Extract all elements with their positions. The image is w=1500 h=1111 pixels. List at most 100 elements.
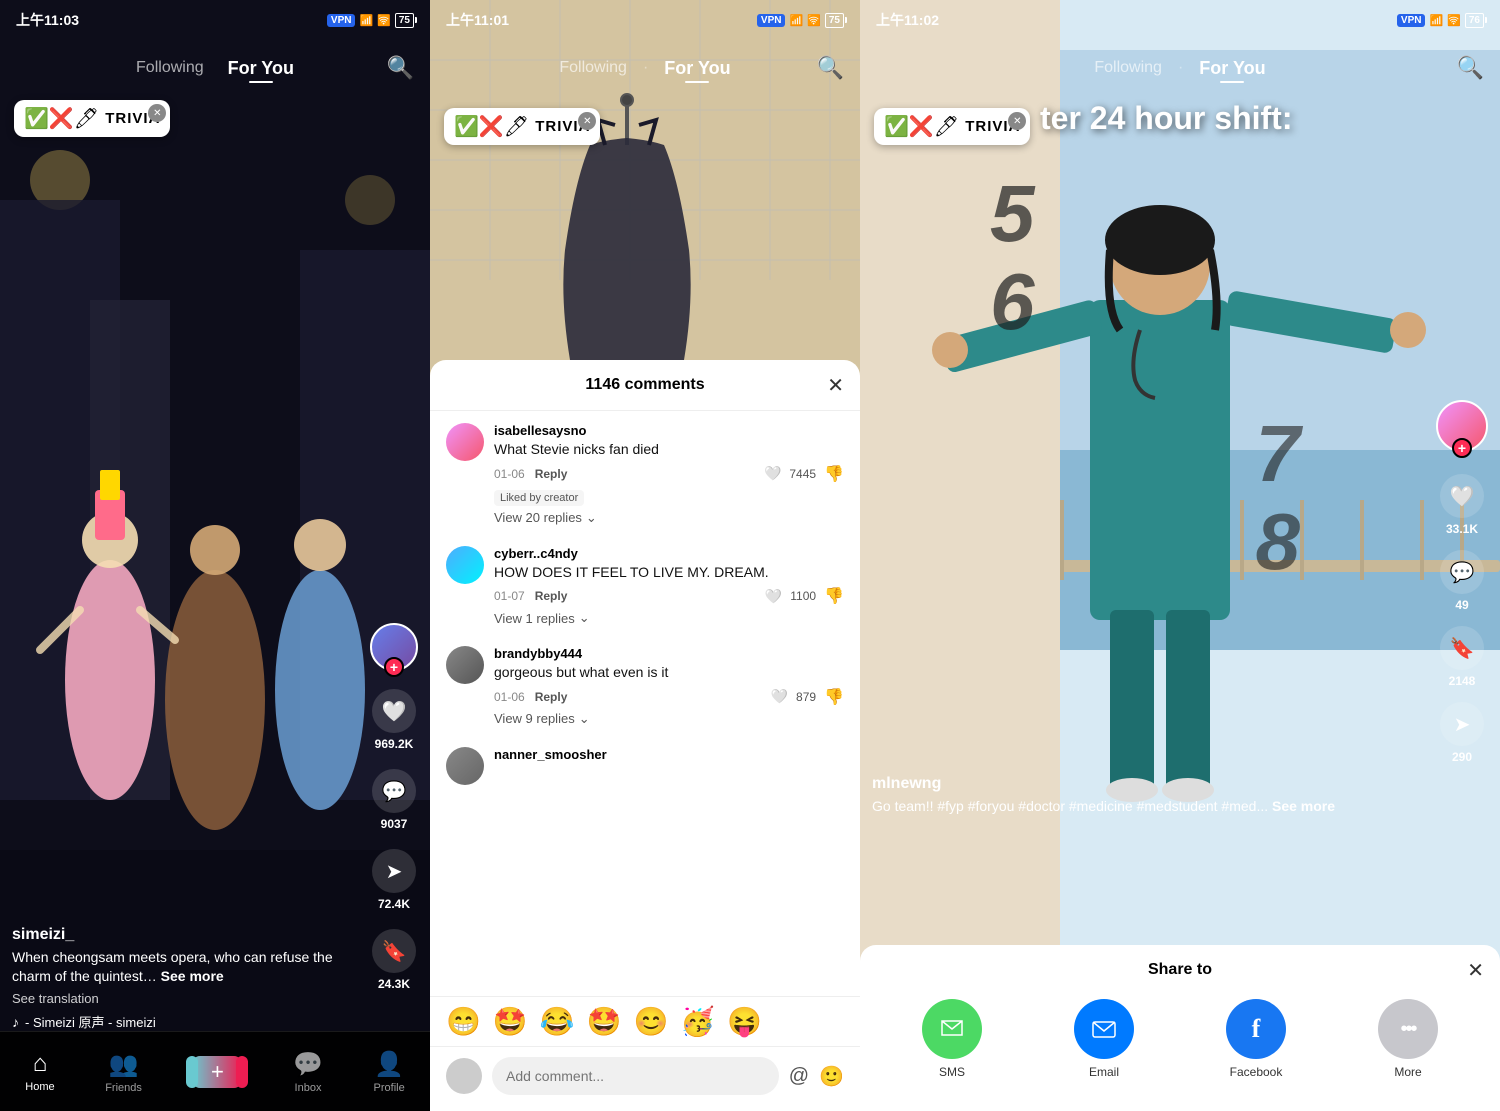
share-facebook-button[interactable]: f Facebook [1226,999,1286,1079]
comment-input-field[interactable] [492,1057,779,1095]
right-comment-icon: 💬 [1440,550,1484,594]
view-replies-2[interactable]: View 1 replies ⌄ [494,610,844,626]
share-email-button[interactable]: Email [1074,999,1134,1079]
comment-likes-count-2: 1100 [790,589,816,603]
tab-add[interactable]: + [192,1056,242,1088]
left-nav-following[interactable]: Following [124,51,216,85]
comment-reply-1[interactable]: Reply [535,467,568,481]
email-icon [1074,999,1134,1059]
mid-trivia-close-icon[interactable]: ✕ [578,112,596,130]
comment-dislike-1[interactable]: 👎 [824,464,844,484]
mid-nav-following[interactable]: Following [547,51,639,85]
tab-home[interactable]: ⌂ Home [25,1050,54,1093]
left-avatar-button[interactable]: + [370,623,418,671]
view-replies-1[interactable]: View 20 replies ⌄ [494,510,844,526]
comment-dislike-3[interactable]: 👎 [824,687,844,707]
emoji-bar: 😁 🤩 😂 🤩 😊 🥳 😝 [430,996,860,1047]
right-panel: 上午11:02 VPN 📶 🛜 76 Following · For You 🔍… [860,0,1500,1111]
share-icon: ➤ [372,849,416,893]
right-avatar-button[interactable]: + [1436,400,1488,452]
left-comments-count: 9037 [381,817,408,831]
left-saves-count: 24.3K [378,977,410,991]
left-share-button[interactable]: ➤ 72.4K [372,849,416,911]
emoji-smile[interactable]: 😊 [634,1005,669,1038]
left-comment-button[interactable]: 💬 9037 [372,769,416,831]
profile-icon: 👤 [374,1050,404,1079]
comments-close-button[interactable]: ✕ [827,373,844,398]
comment-likes-right-2: 🤍 1100 👎 [765,586,844,606]
comment-item-2: cyberr..c4ndy HOW DOES IT FEEL TO LIVE M… [446,546,844,627]
right-search-icon[interactable]: 🔍 [1457,55,1484,81]
left-likes-count: 969.2K [375,737,414,751]
comment-avatar-2 [446,546,484,584]
countdown-7: 7 [1256,410,1301,498]
right-avatar-plus[interactable]: + [1452,438,1472,458]
view-replies-3[interactable]: View 9 replies ⌄ [494,711,844,727]
mid-nav-foryou[interactable]: For You [652,50,742,87]
tab-inbox[interactable]: 💬 Inbox [293,1050,323,1094]
right-shares-count: 290 [1452,750,1472,764]
right-nav-separator: · [1178,59,1183,77]
comment-username-3: brandybby444 [494,646,844,661]
left-see-translation[interactable]: See translation [12,991,370,1006]
comments-list[interactable]: isabellesaysno What Stevie nicks fan die… [430,411,860,996]
emoji-grin[interactable]: 😁 [446,1005,481,1038]
left-nav-foryou[interactable]: For You [216,50,306,87]
left-like-button[interactable]: 🤍 969.2K [372,689,416,751]
sms-label: SMS [939,1065,965,1079]
emoji-button[interactable]: 🙂 [819,1064,844,1089]
comment-item-3: brandybby444 gorgeous but what even is i… [446,646,844,727]
emoji-party[interactable]: 🥳 [680,1005,715,1038]
share-sms-button[interactable]: SMS [922,999,982,1079]
share-buttons-row: SMS Email f Facebook ••• [876,999,1484,1079]
countdown-5: 5 [990,170,1035,258]
left-avatar-plus[interactable]: + [384,657,404,677]
left-trivia-badge: ✕ ✅❌🖊 TRIVIA [14,100,170,137]
right-desc-text: Go team!! #fyp #foryou #doctor #medicine… [872,798,1268,814]
add-button[interactable]: + [192,1056,242,1088]
emoji-starstruck[interactable]: 🤩 [493,1005,528,1038]
emoji-tongue[interactable]: 😝 [727,1005,762,1038]
comment-body-4: nanner_smoosher [494,747,844,785]
emoji-starstruck2[interactable]: 🤩 [587,1005,622,1038]
left-see-more[interactable]: See more [161,968,224,984]
right-nav-foryou[interactable]: For You [1187,50,1277,87]
mid-nav-separator: · [643,59,648,77]
right-status-icons: VPN 📶 🛜 76 [1397,13,1484,28]
left-save-button[interactable]: 🔖 24.3K [372,929,416,991]
mid-trivia-badge: ✕ ✅❌🖊 TRIVIA [444,108,600,145]
right-comment-button[interactable]: 💬 49 [1440,550,1484,612]
left-search-icon[interactable]: 🔍 [387,55,414,81]
trivia-close-icon[interactable]: ✕ [148,104,166,122]
left-video-username: simeizi_ [12,926,370,944]
right-like-button[interactable]: 🤍 33.1K [1440,474,1484,536]
share-header: Share to ✕ [876,961,1484,979]
facebook-label: Facebook [1230,1065,1283,1079]
right-trivia-close-icon[interactable]: ✕ [1008,112,1026,130]
tab-friends-label: Friends [105,1082,142,1094]
share-close-button[interactable]: ✕ [1467,958,1484,983]
at-button[interactable]: @ [789,1065,809,1088]
emoji-laugh[interactable]: 😂 [540,1005,575,1038]
right-see-more[interactable]: See more [1272,798,1335,814]
share-more-button[interactable]: ••• More [1378,999,1438,1079]
comment-dislike-2[interactable]: 👎 [824,586,844,606]
mid-search-icon[interactable]: 🔍 [817,55,844,81]
tab-profile[interactable]: 👤 Profile [374,1050,405,1094]
tab-friends[interactable]: 👥 Friends [105,1050,142,1094]
comment-username-1: isabellesaysno [494,423,844,438]
view-replies-text-2: View 1 replies [494,611,575,626]
comment-reply-2[interactable]: Reply [535,589,568,603]
more-label: More [1394,1065,1421,1079]
mid-status-icons: VPN 📶 🛜 75 [757,13,844,28]
comments-overlay: 1146 comments ✕ isabellesaysno What Stev… [430,360,860,1111]
right-nav-following[interactable]: Following [1082,51,1174,85]
right-share-button[interactable]: ➤ 290 [1440,702,1484,764]
comment-input-row: @ 🙂 [430,1047,860,1111]
email-label: Email [1089,1065,1119,1079]
comment-text-2: HOW DOES IT FEEL TO LIVE MY. DREAM. [494,563,844,583]
mid-vpn-badge: VPN [757,14,786,27]
right-save-button[interactable]: 🔖 2148 [1440,626,1484,688]
right-overlay-text: ter 24 hour shift: [1040,100,1292,137]
comment-reply-3[interactable]: Reply [535,690,568,704]
